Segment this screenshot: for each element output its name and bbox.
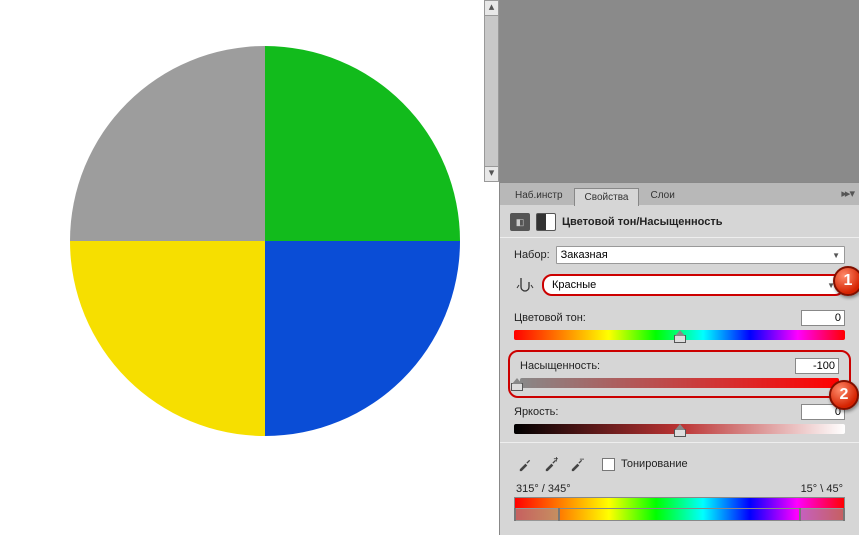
- range-right-label: 15° \ 45°: [801, 483, 843, 495]
- saturation-input[interactable]: [795, 358, 839, 374]
- scroll-up-icon[interactable]: ▴: [485, 1, 498, 16]
- range-marker-right-wrap[interactable]: [514, 508, 560, 521]
- tab-layers[interactable]: Слои: [639, 186, 685, 205]
- quadrant-gray: [70, 46, 265, 241]
- canvas-scrollbar-vertical[interactable]: ▴ ▾: [484, 0, 499, 182]
- targeted-adjustment-tool-icon[interactable]: [514, 275, 536, 295]
- chevron-down-icon: ▼: [832, 251, 840, 260]
- preset-value: Заказная: [561, 249, 608, 261]
- hue-input[interactable]: [801, 310, 845, 326]
- hue-row: Цветовой тон:: [500, 308, 859, 328]
- panel-title: Цветовой тон/Насыщенность: [562, 216, 723, 228]
- scroll-down-icon[interactable]: ▾: [485, 166, 498, 181]
- annotation-badge-1: 1: [833, 266, 859, 296]
- quadrant-blue: [265, 241, 460, 436]
- saturation-track: [520, 378, 839, 388]
- colorize-checkbox[interactable]: [602, 458, 615, 471]
- mask-icon[interactable]: [536, 213, 556, 231]
- sample-circle: [70, 46, 460, 436]
- panel-menu-icon[interactable]: ▸▸ ▾: [841, 187, 853, 200]
- panel-tab-strip: Наб.инстр Свойства Слои ▸▸ ▾: [500, 183, 859, 205]
- tab-tool-presets[interactable]: Наб.инстр: [504, 186, 574, 205]
- canvas-area[interactable]: [0, 0, 484, 535]
- divider: [500, 237, 859, 238]
- adjustment-header: ◧ Цветовой тон/Насыщенность: [500, 205, 859, 237]
- spectrum-top: [514, 497, 845, 509]
- lightness-slider[interactable]: [500, 422, 859, 442]
- eyedropper-row: + − Тонирование: [500, 449, 859, 479]
- quadrant-green: [265, 46, 460, 241]
- range-marker-left-wrap[interactable]: [799, 508, 845, 521]
- svg-text:−: −: [579, 457, 584, 466]
- eyedropper-icon[interactable]: [514, 455, 534, 473]
- scroll-thumb[interactable]: [485, 16, 498, 166]
- hue-slider[interactable]: [500, 328, 859, 348]
- spectrum-bottom[interactable]: [514, 509, 845, 521]
- eyedropper-add-icon[interactable]: +: [540, 455, 560, 473]
- divider: [500, 442, 859, 443]
- quadrant-yellow: [70, 241, 265, 436]
- hue-label: Цветовой тон:: [514, 312, 586, 324]
- preset-dropdown[interactable]: Заказная ▼: [556, 246, 845, 264]
- eyedropper-subtract-icon[interactable]: −: [566, 455, 586, 473]
- lightness-slider-thumb[interactable]: [674, 429, 686, 437]
- range-left-label: 315° / 345°: [516, 483, 571, 495]
- saturation-label: Насыщенность:: [520, 360, 600, 372]
- channel-dropdown[interactable]: Красные ▼: [542, 274, 845, 296]
- saturation-slider-thumb[interactable]: [511, 383, 523, 391]
- range-labels: 315° / 345° 15° \ 45°: [514, 483, 845, 497]
- lightness-label: Яркость:: [514, 406, 558, 418]
- saturation-slider[interactable]: [514, 376, 845, 390]
- adjustment-icon: ◧: [510, 213, 530, 231]
- preset-row: Набор: Заказная ▼: [500, 244, 859, 266]
- channel-row: Красные ▼ 1: [500, 272, 859, 298]
- channel-value: Красные: [552, 279, 596, 291]
- color-range-control[interactable]: 315° / 345° 15° \ 45°: [514, 483, 845, 521]
- tab-properties[interactable]: Свойства: [574, 188, 640, 206]
- svg-text:+: +: [553, 457, 558, 466]
- preset-label: Набор:: [514, 249, 550, 261]
- hue-slider-thumb[interactable]: [674, 335, 686, 343]
- annotation-badge-2: 2: [829, 380, 859, 410]
- colorize-label: Тонирование: [621, 458, 688, 470]
- saturation-group-highlight: Насыщенность: 2: [508, 350, 851, 398]
- saturation-row: Насыщенность:: [514, 356, 845, 376]
- properties-panel: Наб.инстр Свойства Слои ▸▸ ▾ ◧ Цветовой …: [499, 182, 859, 535]
- lightness-row: Яркость:: [500, 402, 859, 422]
- workspace-background: [484, 0, 859, 182]
